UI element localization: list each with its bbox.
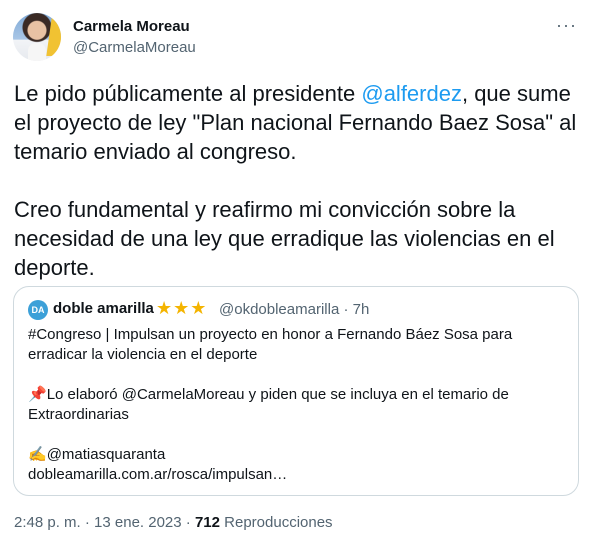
writing-hand-icon: ✍️ [28, 446, 47, 463]
tweet-text: Le pido públicamente al presidente @alfe… [14, 79, 580, 282]
tweet-text-part1: Le pido públicamente al presidente [14, 81, 362, 106]
quote-avatar[interactable]: DA [28, 300, 48, 320]
quote-line-3: @matiasquaranta [46, 446, 166, 463]
quote-line-2: Lo elaboró @CarmelaMoreau y piden que se… [28, 386, 514, 423]
tweet-footer: 2:48 p. m. · 13 ene. 2023 · 712 Reproduc… [14, 514, 333, 531]
quote-meta: @okdobleamarilla · 7h [219, 301, 370, 318]
quote-author-name[interactable]: doble amarilla [53, 300, 154, 317]
quote-link[interactable]: dobleamarilla.com.ar/rosca/impulsan… [28, 466, 287, 483]
author-handle[interactable]: @CarmelaMoreau [73, 39, 196, 56]
quote-body: #Congreso | Impulsan un proyecto en hono… [28, 325, 568, 485]
views-count[interactable]: 712 [195, 514, 220, 531]
pushpin-icon: 📌 [28, 386, 47, 403]
quote-line-1: #Congreso | Impulsan un proyecto en hono… [28, 326, 517, 363]
views-label[interactable]: Reproducciones [220, 514, 332, 531]
quoted-tweet[interactable]: DA doble amarilla ★★★ @okdobleamarilla ·… [13, 286, 579, 496]
more-horizontal-icon[interactable]: ··· [556, 15, 577, 36]
timestamp[interactable]: 2:48 p. m. · 13 ene. 2023 · [14, 514, 195, 531]
avatar[interactable] [13, 13, 61, 61]
tweet-text-part2: , que sume el proyecto de ley "Plan naci… [14, 81, 577, 280]
author-name[interactable]: Carmela Moreau [73, 18, 190, 35]
star-emoji-icon: ★★★ [156, 298, 208, 318]
mention-link[interactable]: @alferdez [361, 81, 462, 106]
tweet-header: Carmela Moreau @CarmelaMoreau ··· [13, 13, 581, 63]
